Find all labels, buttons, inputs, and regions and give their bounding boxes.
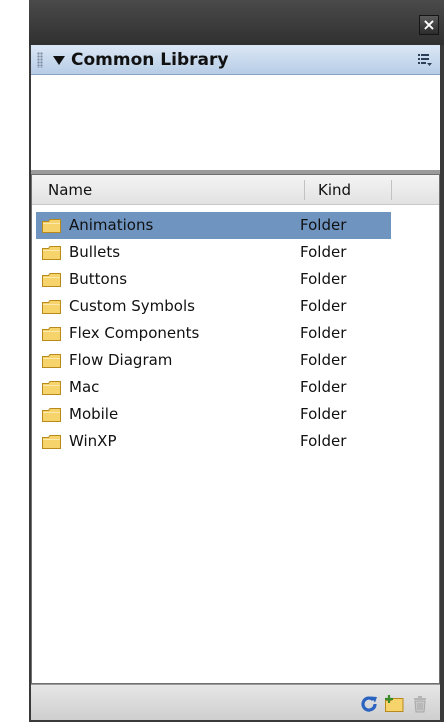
item-kind: Folder [300, 324, 347, 342]
close-button[interactable]: × [419, 15, 439, 35]
column-name-header[interactable]: Name [48, 181, 92, 199]
folder-icon [42, 300, 61, 314]
trash-icon[interactable] [409, 693, 431, 715]
column-header: Name Kind [32, 175, 439, 205]
panel-footer [31, 684, 440, 720]
item-kind: Folder [300, 216, 347, 234]
list-item[interactable]: Mac Folder [36, 374, 391, 401]
folder-icon [42, 327, 61, 341]
list-item[interactable]: Bullets Folder [36, 239, 391, 266]
list-item[interactable]: Custom Symbols Folder [36, 293, 391, 320]
item-kind: Folder [300, 297, 347, 315]
column-kind-header[interactable]: Kind [318, 181, 351, 199]
item-name: Animations [69, 216, 154, 234]
folder-icon [42, 381, 61, 395]
list-item[interactable]: Buttons Folder [36, 266, 391, 293]
library-panel: × Common Library Name Kind Animations Fo… [29, 0, 444, 722]
item-name: Mobile [69, 405, 119, 423]
item-kind: Folder [300, 378, 347, 396]
item-kind: Folder [300, 405, 347, 423]
folder-icon [42, 435, 61, 449]
list-item[interactable]: Mobile Folder [36, 401, 391, 428]
panel-menu-icon[interactable] [418, 53, 432, 67]
folder-icon [42, 273, 61, 287]
panel-title: Common Library [71, 50, 229, 70]
item-name: Custom Symbols [69, 297, 195, 315]
item-kind: Folder [300, 432, 347, 450]
item-name: Flow Diagram [69, 351, 173, 369]
item-name: Mac [69, 378, 100, 396]
column-separator[interactable] [304, 180, 305, 200]
folder-icon [42, 408, 61, 422]
item-name: Bullets [69, 243, 121, 261]
item-name: WinXP [69, 432, 117, 450]
item-name: Buttons [69, 270, 128, 288]
folder-icon [42, 354, 61, 368]
list-item[interactable]: Flex Components Folder [36, 320, 391, 347]
folder-icon [42, 246, 61, 260]
column-separator[interactable] [391, 180, 392, 200]
folder-icon [42, 219, 61, 233]
preview-area [31, 75, 440, 170]
panel-header[interactable]: Common Library [31, 45, 440, 75]
panel-titlebar[interactable]: × [29, 0, 444, 45]
item-kind: Folder [300, 351, 347, 369]
list-item[interactable]: WinXP Folder [36, 428, 391, 455]
new-folder-icon[interactable] [383, 693, 405, 715]
item-kind: Folder [300, 243, 347, 261]
triangle-down-icon[interactable] [53, 56, 65, 65]
item-name: Flex Components [69, 324, 200, 342]
item-kind: Folder [300, 270, 347, 288]
grip-handle-icon[interactable] [37, 52, 43, 68]
list-item[interactable]: Flow Diagram Folder [36, 347, 391, 374]
refresh-icon[interactable] [358, 693, 380, 715]
library-list: Name Kind Animations Folder Bullets Fold… [31, 174, 440, 684]
list-item[interactable]: Animations Folder [36, 212, 391, 239]
